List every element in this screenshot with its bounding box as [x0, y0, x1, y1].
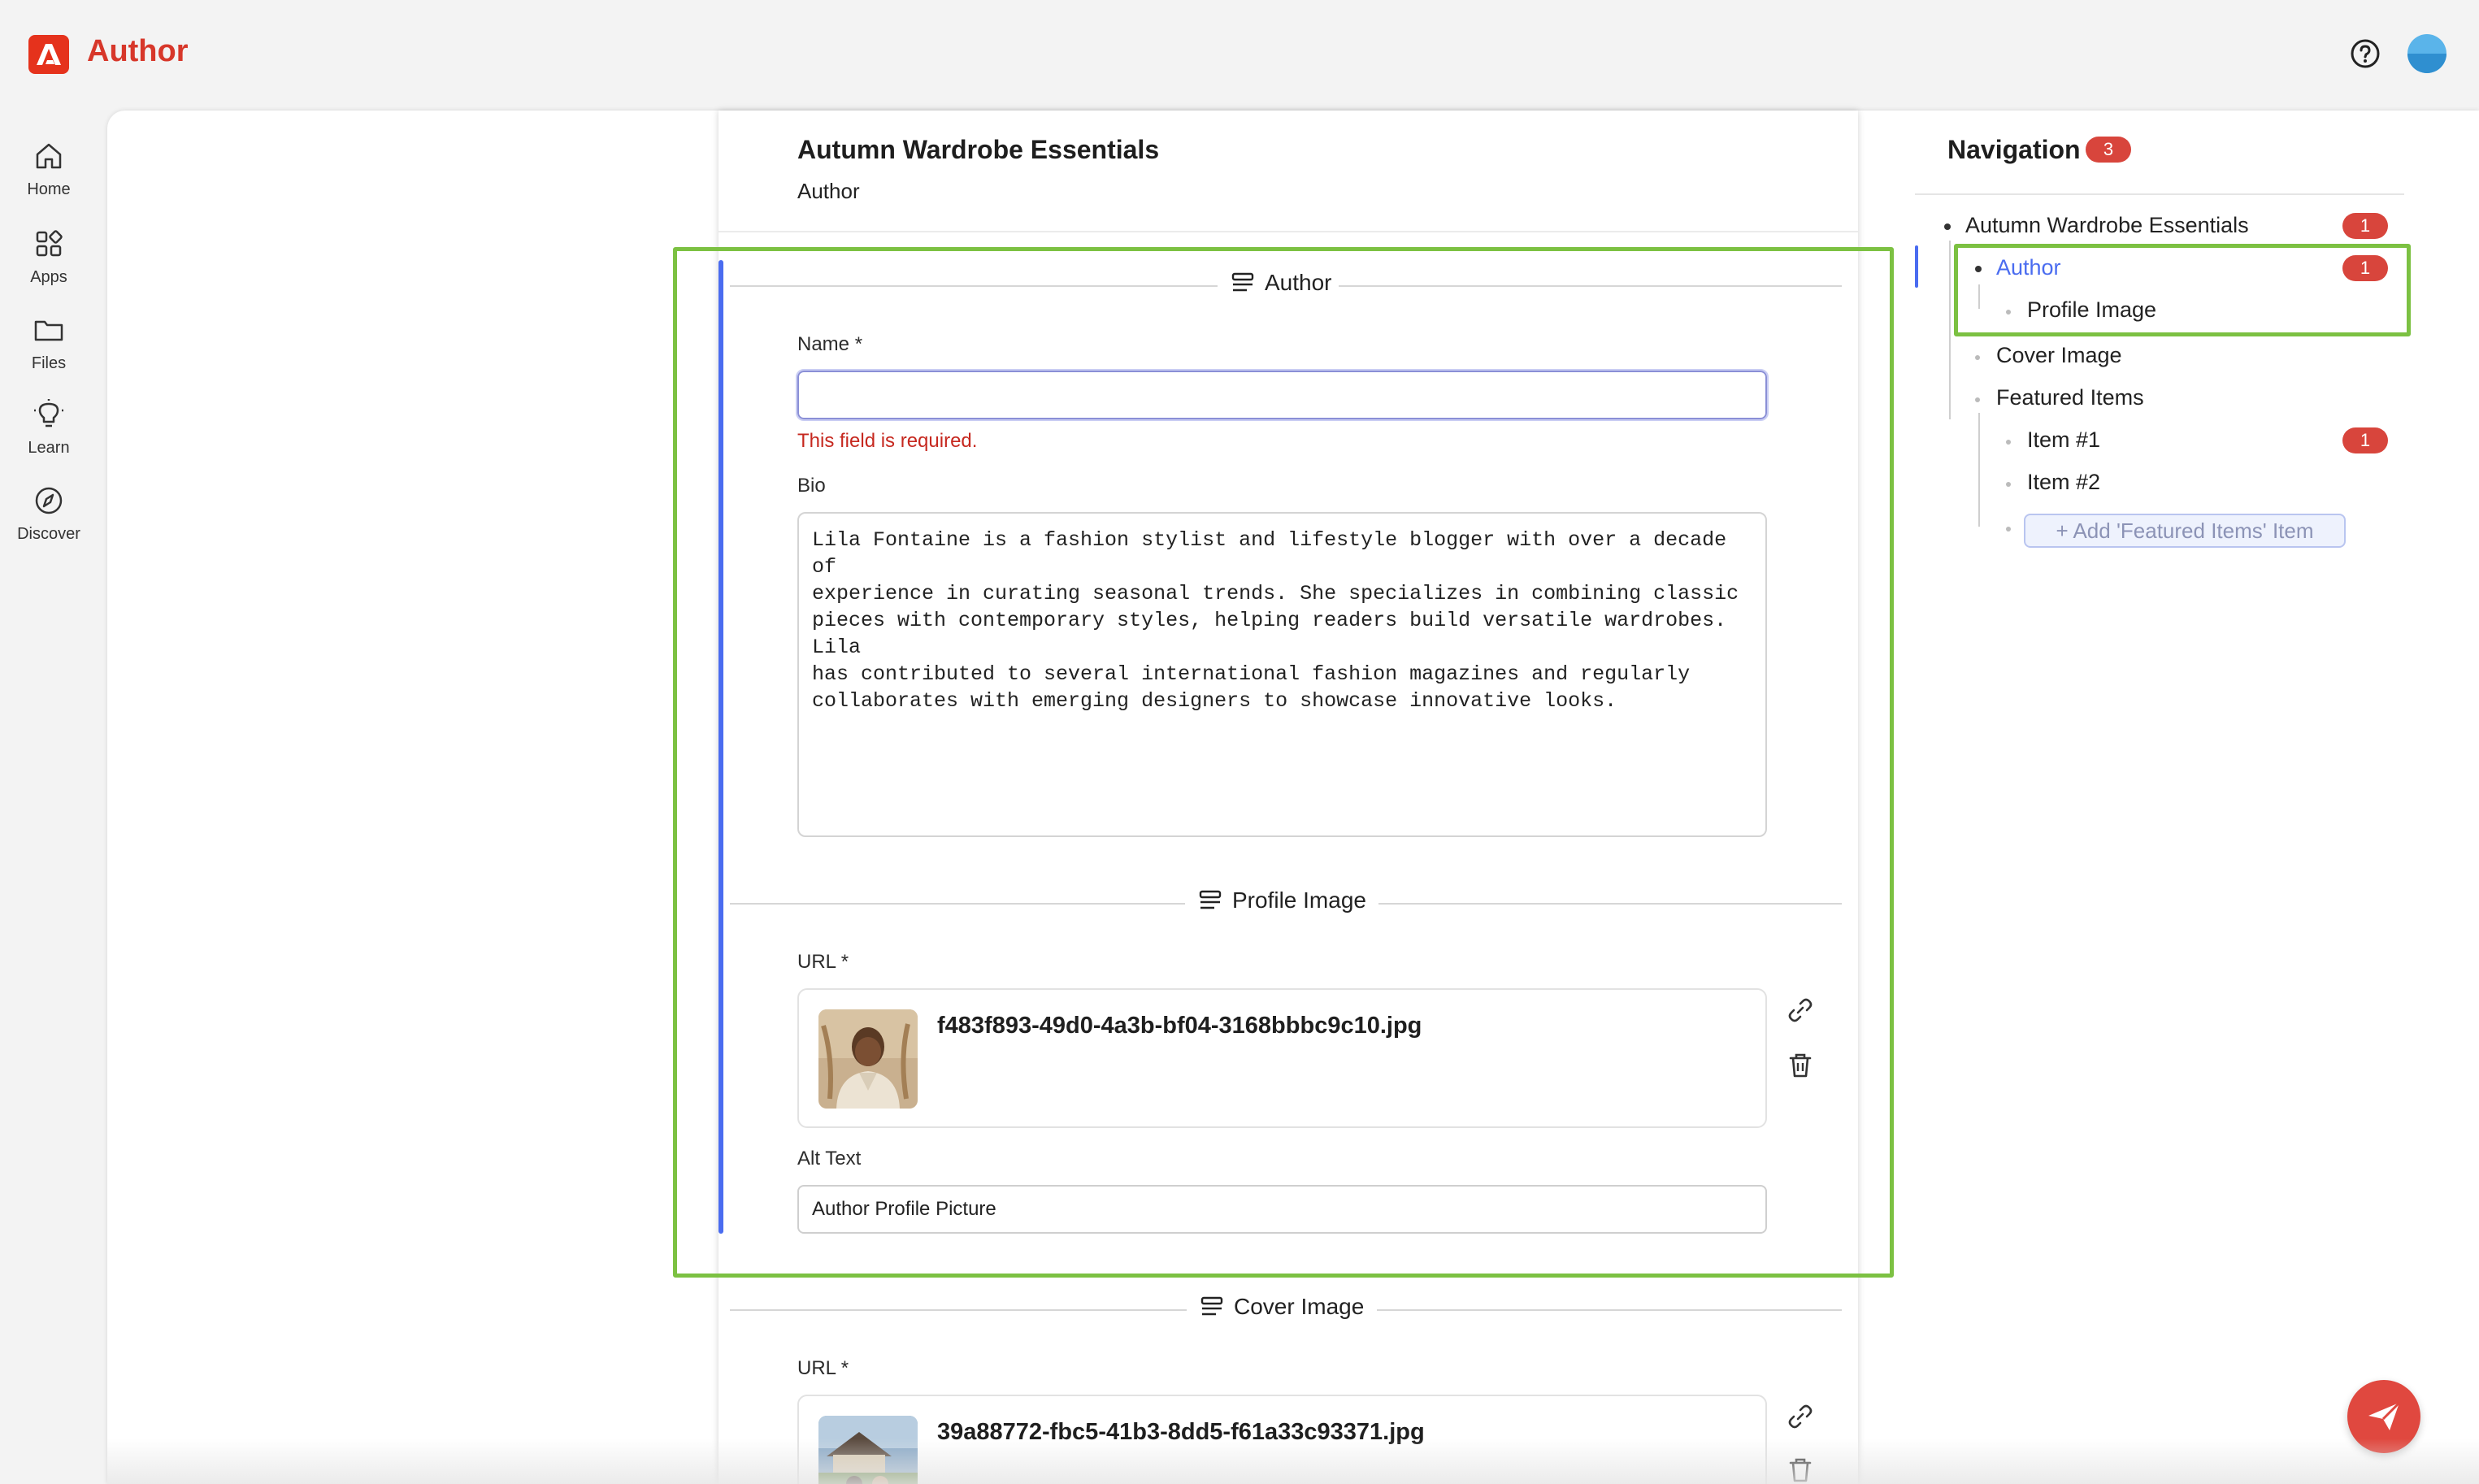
help-circle-icon[interactable]	[2349, 37, 2381, 70]
navigation-count-badge: 3	[2086, 137, 2131, 163]
trash-icon[interactable]	[1787, 1456, 1814, 1484]
app-logo[interactable]	[28, 35, 69, 74]
page-subtitle: Author	[797, 179, 860, 203]
section-title-cover-image: Cover Image	[1234, 1294, 1365, 1319]
nav-item-item-1[interactable]: Item #1	[2027, 427, 2100, 453]
tree-bullet	[1975, 355, 1980, 360]
rail-item-files[interactable]: Files	[0, 314, 98, 373]
cover-image-card[interactable]: 39a88772-fbc5-41b3-8dd5-f61a33c93371.jpg	[797, 1395, 1767, 1484]
cover-url-label: URL *	[797, 1357, 849, 1379]
adobe-logo-icon	[37, 44, 61, 65]
highlight-nav-author	[1954, 244, 2411, 336]
nav-item1-error-badge: 1	[2342, 427, 2388, 453]
form-icon	[1200, 1296, 1223, 1316]
rail-label-apps: Apps	[30, 268, 67, 286]
header-divider	[719, 231, 1858, 232]
tree-bullet	[2006, 527, 2011, 532]
nav-item-cover-image[interactable]: Cover Image	[1996, 343, 2122, 368]
nav-root-error-badge: 1	[2342, 213, 2388, 239]
cover-image-thumbnail	[818, 1416, 918, 1484]
tree-line	[1978, 413, 1980, 527]
cover-image-filename: 39a88772-fbc5-41b3-8dd5-f61a33c93371.jpg	[937, 1419, 1425, 1445]
link-icon[interactable]	[1787, 1403, 1814, 1430]
apps-icon	[36, 230, 63, 257]
tree-bullet	[1975, 397, 1980, 402]
navigation-title: Navigation	[1947, 135, 2081, 164]
tree-bullet	[1944, 223, 1951, 230]
tree-line	[1949, 241, 1951, 419]
nav-item-featured-items[interactable]: Featured Items	[1996, 385, 2144, 410]
folder-icon	[34, 320, 63, 341]
home-icon	[36, 143, 62, 169]
add-featured-item-button[interactable]: + Add 'Featured Items' Item	[2024, 514, 2346, 548]
section-divider	[730, 1309, 1187, 1311]
page-title: Autumn Wardrobe Essentials	[797, 135, 1160, 164]
send-icon	[2368, 1401, 2401, 1430]
rail-label-home: Home	[27, 180, 71, 198]
rail-item-apps[interactable]: Apps	[0, 228, 98, 287]
app-title: Author	[87, 34, 189, 68]
rail-label-discover: Discover	[17, 525, 80, 543]
navigation-divider	[1915, 193, 2404, 195]
rail-item-home[interactable]: Home	[0, 140, 98, 199]
section-header-cover-image[interactable]: Cover Image	[1193, 1294, 1371, 1320]
user-avatar[interactable]	[2407, 34, 2446, 73]
highlight-author-section	[673, 247, 1894, 1278]
lightbulb-icon	[34, 399, 63, 427]
compass-icon	[35, 487, 63, 514]
tree-bullet	[2006, 440, 2011, 445]
tree-bullet	[2006, 482, 2011, 487]
rail-item-learn[interactable]: Learn	[0, 398, 98, 458]
nav-active-indicator	[1915, 245, 1918, 288]
section-divider	[1377, 1309, 1842, 1311]
rail-item-discover[interactable]: Discover	[0, 484, 98, 544]
rail-label-files: Files	[31, 354, 67, 372]
rail-label-learn: Learn	[28, 439, 70, 457]
nav-item-item-2[interactable]: Item #2	[2027, 470, 2100, 495]
send-button[interactable]	[2347, 1380, 2420, 1453]
nav-item-root[interactable]: Autumn Wardrobe Essentials	[1965, 213, 2249, 238]
